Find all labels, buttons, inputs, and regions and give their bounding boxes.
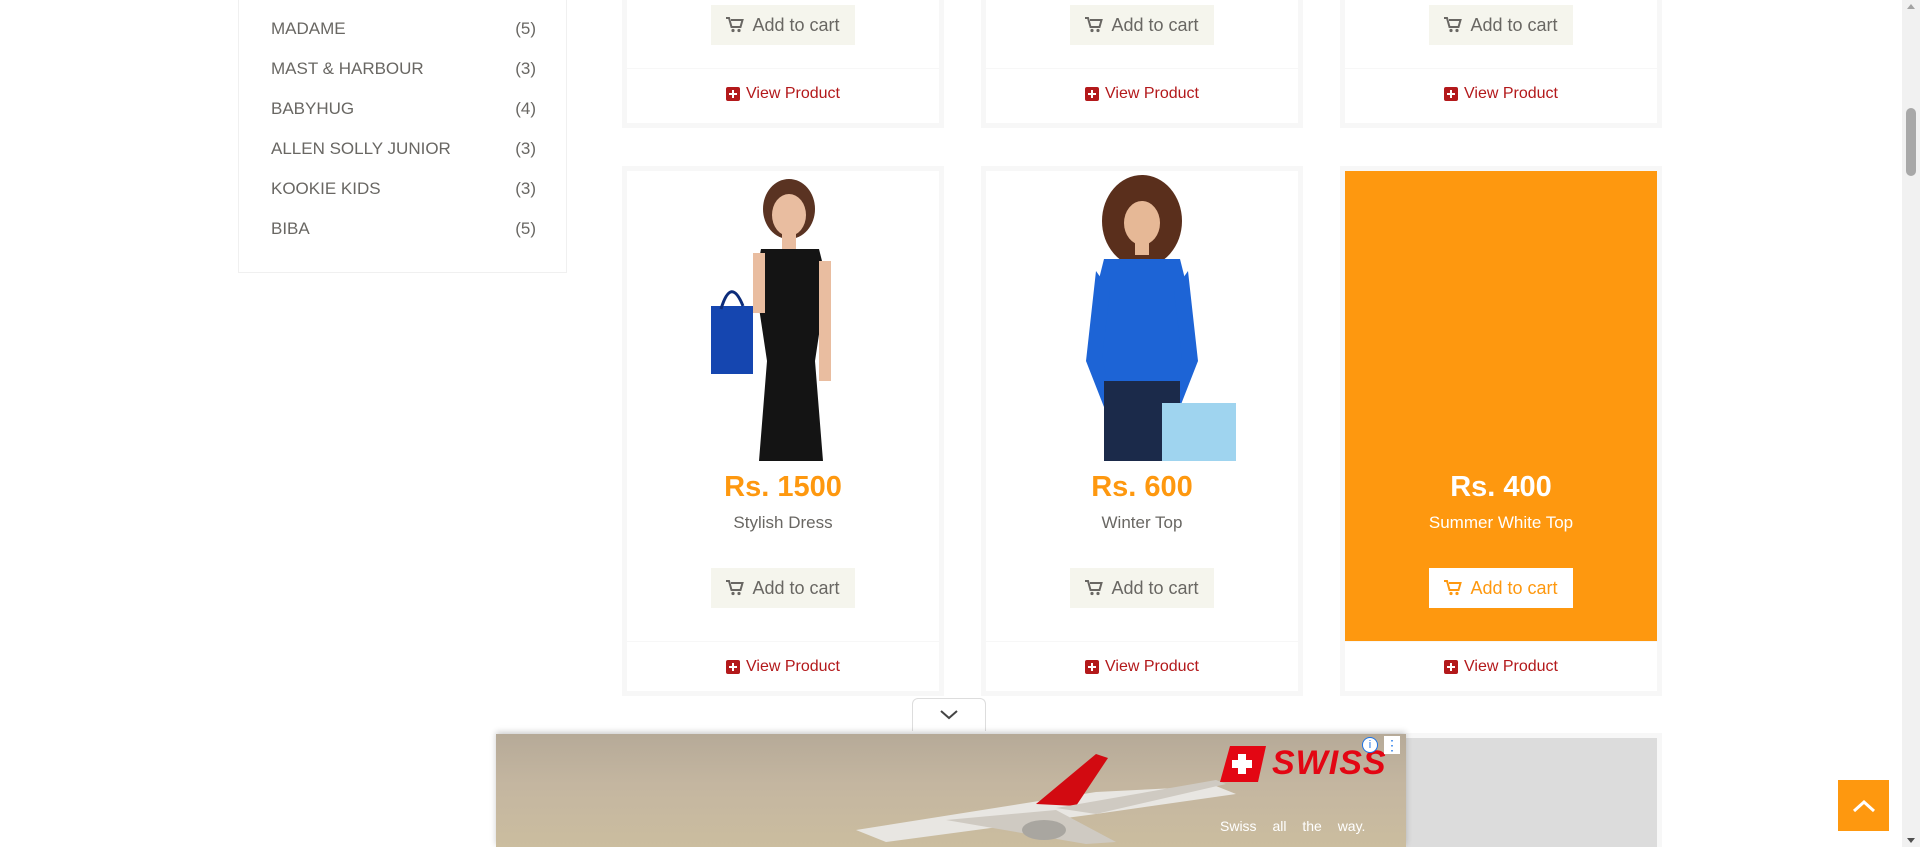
add-to-cart-label: Add to cart — [752, 14, 840, 35]
ad-info-icon[interactable]: i — [1362, 737, 1378, 753]
view-product-link[interactable]: View Product — [986, 68, 1298, 118]
brand-item-madame[interactable]: MADAME (5) — [271, 17, 536, 41]
chevron-down-icon — [940, 710, 958, 720]
brand-item-allen-solly-junior[interactable]: ALLEN SOLLY JUNIOR (3) — [271, 137, 536, 161]
woman-blue-top-image — [1086, 175, 1236, 461]
plus-square-icon — [1444, 86, 1458, 101]
ad-slogan: Swiss all the way. — [1220, 818, 1366, 834]
view-product-link[interactable]: View Product — [1345, 641, 1657, 691]
view-product-label: View Product — [1464, 657, 1558, 675]
scroll-to-top-button[interactable] — [1838, 780, 1889, 831]
chevron-up-icon — [1852, 799, 1875, 812]
scroll-down-arrow-icon[interactable] — [1907, 838, 1915, 843]
brand-item-babyhug[interactable]: BABYHUG (4) — [271, 97, 536, 121]
add-to-cart-label: Add to cart — [752, 577, 840, 598]
product-hover-overlay[interactable]: Rs. 400 Summer White Top Add to cart — [1345, 171, 1657, 641]
shopping-cart-icon — [1085, 580, 1104, 596]
brand-name: KOOKIE KIDS — [271, 179, 381, 198]
add-to-cart-button[interactable]: Add to cart — [1070, 5, 1214, 45]
product-card-stylish-dress: Rs. 1500 Stylish Dress Add to cart View … — [622, 166, 944, 696]
brand-count: (5) — [515, 19, 536, 38]
product-card: Add to cart View Product — [981, 0, 1303, 128]
brand-item-mast-harbour[interactable]: MAST & HARBOUR (3) — [271, 57, 536, 81]
brand-name: ALLEN SOLLY JUNIOR — [271, 139, 451, 158]
shopping-cart-icon — [1085, 17, 1104, 33]
shopping-cart-icon — [726, 580, 745, 596]
plus-square-icon — [1085, 659, 1099, 674]
shopping-cart-icon — [1444, 17, 1463, 33]
add-to-cart-button[interactable]: Add to cart — [711, 5, 855, 45]
brand-count: (5) — [515, 219, 536, 238]
view-product-label: View Product — [746, 657, 840, 675]
product-price: Rs. 600 — [1091, 471, 1193, 503]
add-to-cart-label: Add to cart — [1111, 14, 1199, 35]
shopping-cart-icon — [1444, 580, 1463, 596]
brand-name: MAST & HARBOUR — [271, 59, 424, 78]
view-product-link[interactable]: View Product — [627, 641, 939, 691]
add-to-cart-button[interactable]: Add to cart — [1429, 568, 1573, 608]
product-card: Add to cart View Product — [1340, 0, 1662, 128]
product-price: Rs. 400 — [1450, 471, 1552, 503]
plus-square-icon — [1444, 659, 1458, 674]
view-product-link[interactable]: View Product — [1345, 68, 1657, 118]
brand-count: (3) — [515, 179, 536, 198]
add-to-cart-label: Add to cart — [1470, 577, 1558, 598]
add-to-cart-button[interactable]: Add to cart — [1070, 568, 1214, 608]
plus-square-icon — [1085, 86, 1099, 101]
brand-name: MADAME — [271, 19, 346, 38]
ad-banner[interactable]: SWISS Swiss all the way. i ⋮ — [496, 734, 1406, 847]
product-name: Winter Top — [1101, 513, 1183, 532]
shopping-cart-icon — [726, 17, 745, 33]
brand-count: (3) — [515, 59, 536, 78]
product-card: Add to cart View Product — [622, 0, 944, 128]
view-product-link[interactable]: View Product — [627, 68, 939, 118]
brand-count: (4) — [515, 99, 536, 118]
add-to-cart-button[interactable]: Add to cart — [711, 568, 855, 608]
view-product-link[interactable]: View Product — [986, 641, 1298, 691]
product-image[interactable] — [627, 171, 939, 461]
view-product-label: View Product — [746, 84, 840, 102]
brand-item-kookie-kids[interactable]: KOOKIE KIDS (3) — [271, 177, 536, 201]
brand-name: BIBA — [271, 219, 310, 238]
page-scrollbar[interactable] — [1902, 0, 1920, 847]
brands-panel: MADAME (5) MAST & HARBOUR (3) BABYHUG (4… — [238, 0, 567, 273]
product-card-summer-white-top: Rs. 400 Summer White Top Add to cart Vie… — [1340, 166, 1662, 696]
product-name: Stylish Dress — [733, 513, 833, 532]
add-to-cart-button[interactable]: Add to cart — [1429, 5, 1573, 45]
brand-count: (3) — [515, 139, 536, 158]
woman-black-dress-image — [711, 179, 831, 461]
plus-square-icon — [726, 659, 740, 674]
product-price: Rs. 1500 — [724, 471, 842, 503]
ad-brand: SWISS — [1220, 744, 1387, 783]
page: MADAME (5) MAST & HARBOUR (3) BABYHUG (4… — [0, 0, 1920, 847]
product-name: Summer White Top — [1428, 513, 1574, 532]
ad-menu-icon[interactable]: ⋮ — [1384, 736, 1400, 754]
ad-collapse-toggle[interactable] — [912, 698, 986, 731]
product-image[interactable] — [986, 171, 1298, 461]
add-to-cart-label: Add to cart — [1470, 14, 1558, 35]
scrollbar-thumb[interactable] — [1906, 108, 1916, 176]
brand-item-biba[interactable]: BIBA (5) — [271, 217, 536, 241]
brand-name: BABYHUG — [271, 99, 355, 118]
swiss-cross-icon — [1220, 745, 1266, 782]
scroll-up-arrow-icon[interactable] — [1907, 4, 1915, 9]
plus-square-icon — [726, 86, 740, 101]
view-product-label: View Product — [1105, 84, 1199, 102]
view-product-label: View Product — [1105, 657, 1199, 675]
add-to-cart-label: Add to cart — [1111, 577, 1199, 598]
view-product-label: View Product — [1464, 84, 1558, 102]
product-card-winter-top: Rs. 600 Winter Top Add to cart View Prod… — [981, 166, 1303, 696]
